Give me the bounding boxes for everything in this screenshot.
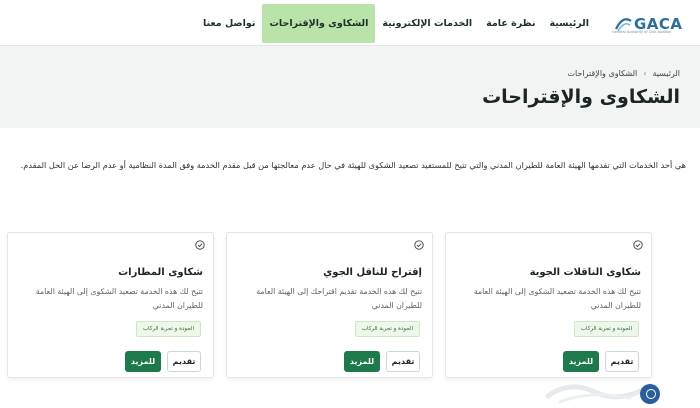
- category-tag: الجودة و تجربة الركاب: [573, 321, 639, 337]
- check-circle-icon: [195, 240, 205, 250]
- apply-button[interactable]: تقديم: [605, 351, 639, 372]
- more-button[interactable]: للمزيد: [125, 351, 161, 372]
- category-tag: الجودة و تجربة الركاب: [135, 321, 201, 337]
- breadcrumb-current: الشكاوى والإقتراحات: [567, 69, 638, 78]
- nav-item-e-services[interactable]: الخدمات الإلكترونية: [375, 4, 479, 43]
- watermark-badge-icon: [640, 384, 660, 404]
- nav-item-contact[interactable]: تواصل معنا: [196, 4, 262, 43]
- card-title: شكاوى الناقلات الجوية: [529, 267, 641, 278]
- service-card-airline-complaints: شكاوى الناقلات الجوية تتيح لك هذه الخدمة…: [445, 232, 652, 378]
- page-title: الشكاوى والإقتراحات: [482, 86, 680, 108]
- nav-item-overview[interactable]: نظرة عامة: [479, 4, 542, 43]
- top-navigation-bar: GACA General Authority of Civil Aviation…: [0, 0, 700, 46]
- check-circle-icon: [633, 240, 643, 250]
- logo-subtitle: General Authority of Civil Aviation: [612, 30, 672, 34]
- card-description: تتيح لك هذه الخدمة تقديم اقتراحك إلى اله…: [256, 287, 422, 310]
- card-title: شكاوى المطارات: [118, 267, 203, 278]
- nav-item-complaints[interactable]: الشكاوى والإقتراحات: [262, 4, 376, 43]
- gaca-logo[interactable]: GACA General Authority of Civil Aviation: [610, 9, 690, 39]
- breadcrumb-home[interactable]: الرئيسية: [652, 69, 680, 78]
- apply-button[interactable]: تقديم: [386, 351, 420, 372]
- nav-item-home[interactable]: الرئيسية: [543, 4, 596, 43]
- check-circle-icon: [414, 240, 424, 250]
- intro-text: هي أحد الخدمات التي تقدمها الهيئة العامة…: [20, 160, 686, 170]
- main-nav: الرئيسية نظرة عامة الخدمات الإلكترونية ا…: [196, 4, 596, 43]
- card-description: تتيح لك هذه الخدمة تصعيد الشكوى إلى الهي…: [473, 287, 641, 310]
- page-hero: الرئيسية › الشكاوى والإقتراحات الشكاوى و…: [0, 46, 700, 128]
- card-description: تتيح لك هذه الخدمة تصعيد الشكوى إلى الهي…: [35, 287, 203, 310]
- breadcrumb-separator-icon: ›: [643, 69, 647, 78]
- breadcrumb: الرئيسية › الشكاوى والإقتراحات: [567, 69, 680, 78]
- service-card-airline-suggestion: إقتراح للناقل الجوي تتيح لك هذه الخدمة ت…: [226, 232, 433, 378]
- service-card-airport-complaints: شكاوى المطارات تتيح لك هذه الخدمة تصعيد …: [7, 232, 214, 378]
- category-tag: الجودة و تجربة الركاب: [354, 321, 420, 337]
- apply-button[interactable]: تقديم: [167, 351, 201, 372]
- card-title: إقتراح للناقل الجوي: [323, 267, 422, 278]
- more-button[interactable]: للمزيد: [344, 351, 380, 372]
- more-button[interactable]: للمزيد: [563, 351, 599, 372]
